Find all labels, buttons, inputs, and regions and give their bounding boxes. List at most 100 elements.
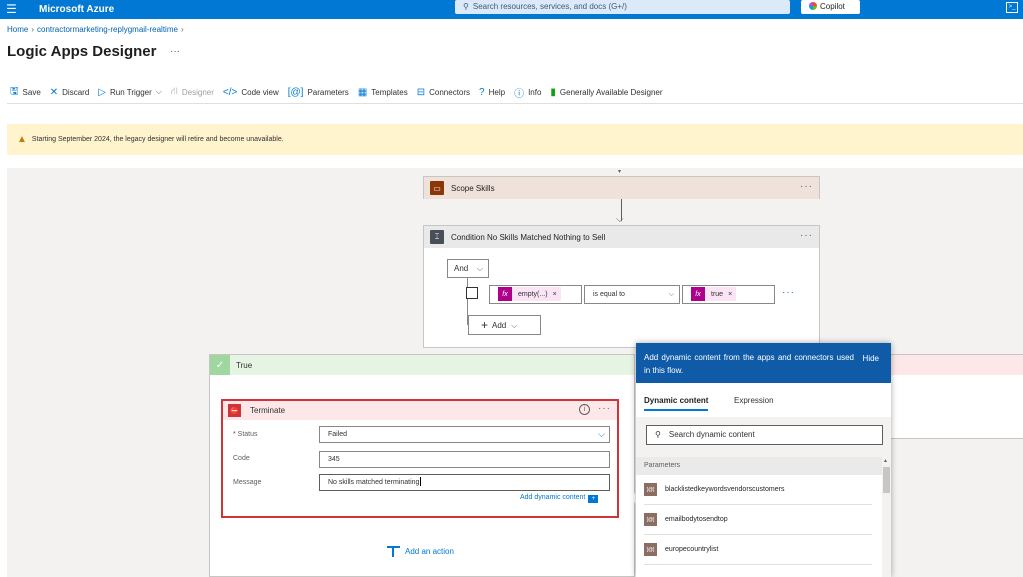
scrollbar-thumb[interactable] [883, 467, 890, 493]
code-icon: </> [222, 86, 238, 98]
dynamic-search-input[interactable]: ⚲ Search dynamic content [646, 425, 883, 445]
templates-button[interactable]: ▦ Templates [358, 87, 408, 98]
list-item[interactable]: [@] europecountrylist [644, 535, 872, 565]
parameter-icon: [@] [644, 543, 657, 556]
chevron-right-icon: › [180, 25, 184, 34]
more-options-icon[interactable]: ··· [598, 403, 611, 414]
info-button[interactable]: ⓘ Info [514, 85, 541, 100]
chevron-down-icon: ⌵ [668, 291, 674, 298]
remove-token-icon[interactable]: × [728, 286, 732, 303]
expression-token[interactable]: fx empty(...) × [498, 286, 561, 303]
parameters-section-header: Parameters [636, 457, 882, 475]
connectors-icon: ⊟ [416, 86, 426, 98]
true-branch-header[interactable]: ✓ True [210, 355, 634, 375]
run-trigger-button[interactable]: ▷ Run Trigger ⌵ [98, 87, 162, 98]
message-label: Message [233, 479, 262, 486]
condition-header[interactable]: ⌶ Condition No Skills Matched Nothing to… [424, 226, 819, 248]
designer-label: Designer [181, 87, 214, 97]
terminate-card[interactable]: ⛔ Terminate i ··· * Status Failed ⌵ Code… [221, 399, 619, 518]
help-icon: ? [479, 86, 485, 98]
connectors-button[interactable]: ⊟ Connectors [417, 87, 470, 98]
scope-skills-title: Scope Skills [451, 183, 495, 193]
dynamic-panel-tabs: Dynamic content Expression [636, 383, 891, 417]
search-placeholder: Search resources, services, and docs (G+… [472, 2, 627, 11]
parameter-icon: [@] [644, 483, 657, 496]
tab-dynamic-content[interactable]: Dynamic content [644, 396, 709, 411]
dynamic-panel-header: Add dynamic content from the apps and co… [636, 343, 891, 383]
breadcrumb-resource[interactable]: contractormarketing-replygmail-realtime [37, 25, 178, 34]
scope-skills-header[interactable]: ▭ Scope Skills ··· [424, 177, 819, 199]
add-action-icon [387, 546, 400, 557]
comparator-select[interactable]: is equal to ⌵ [584, 285, 680, 304]
list-item[interactable]: [@] emailbodytosendtop [644, 505, 872, 535]
discard-label: Discard [62, 87, 90, 97]
arrow-down-icon: ▾ [618, 169, 622, 175]
add-action-label: Add an action [405, 547, 454, 556]
dynamic-search-placeholder: Search dynamic content [668, 430, 755, 439]
designer-icon: ⛙ [170, 85, 178, 97]
chevron-right-icon: › [31, 25, 35, 34]
dynamic-content-list: [@] blacklistedkeywordsvendorscustomers [… [636, 475, 882, 577]
terminate-header[interactable]: ⛔ Terminate i ··· [223, 401, 617, 420]
list-item-label: blacklistedkeywordsvendorscustomers [665, 486, 785, 493]
hide-button[interactable]: Hide [863, 352, 879, 365]
info-label: Info [528, 87, 542, 97]
add-condition-button[interactable]: + Add ⌵ [468, 315, 541, 335]
dynamic-content-panel: Add dynamic content from the apps and co… [636, 343, 891, 577]
code-value: 345 [328, 456, 340, 463]
status-value: Failed [328, 431, 348, 438]
dynamic-list-scrollbar[interactable]: ▲ [882, 457, 891, 577]
page-more-icon[interactable]: ··· [170, 46, 180, 57]
right-token-label: true [711, 290, 724, 298]
discard-button[interactable]: ✕ Discard [50, 87, 90, 98]
breadcrumb: Home › contractormarketing-replygmail-real… [7, 25, 187, 34]
message-value: No skills matched terminating [328, 479, 420, 486]
code-input[interactable]: 345 [319, 451, 610, 468]
true-branch-label: True [236, 360, 253, 370]
parameters-button[interactable]: [@] Parameters [288, 87, 349, 98]
scope-skills-card[interactable]: ▭ Scope Skills ··· [423, 176, 820, 199]
list-item[interactable]: [@] blacklistedkeywordsvendorscustomers [644, 475, 872, 505]
condition-right-operand[interactable]: fx true × [682, 285, 775, 304]
global-search-input[interactable]: ⚲ Search resources, services, and docs (G… [455, 0, 790, 14]
parameters-icon: [@] [287, 86, 304, 98]
tab-expression[interactable]: Expression [734, 396, 774, 405]
code-view-label: Code view [241, 87, 279, 97]
copilot-button[interactable]: Copilot [801, 0, 860, 14]
search-icon: ⚲ [463, 2, 469, 11]
save-button[interactable]: 🖫 Save [10, 84, 41, 101]
condition-icon: ⌶ [430, 230, 444, 244]
add-dynamic-content-link[interactable]: Add dynamic content + [520, 494, 599, 503]
code-view-button[interactable]: </> Code view [223, 87, 279, 98]
condition-operator-select[interactable]: And ⌵ [447, 259, 489, 278]
fx-icon: fx [691, 287, 705, 302]
dynamic-panel-body: ⚲ Search dynamic content Parameters [@] bl… [636, 417, 891, 577]
info-icon[interactable]: i [579, 404, 590, 415]
info-icon: ⓘ [514, 88, 525, 100]
more-options-icon[interactable]: ··· [800, 230, 813, 241]
more-options-icon[interactable]: ··· [800, 181, 813, 192]
chevron-down-icon: ⌵ [511, 321, 518, 330]
message-input[interactable]: No skills matched terminating [319, 474, 610, 491]
row-more-icon[interactable]: ··· [782, 287, 795, 298]
expression-token[interactable]: fx true × [691, 286, 737, 303]
close-icon: ✕ [49, 86, 59, 98]
row-checkbox[interactable] [466, 287, 478, 299]
designer-button[interactable]: ⛙ Designer [171, 86, 214, 99]
ga-designer-button[interactable]: ▮ Generally Available Designer [550, 87, 662, 98]
remove-token-icon[interactable]: × [553, 286, 557, 303]
cloud-shell-icon[interactable]: >_ [1006, 2, 1018, 13]
help-button[interactable]: ? Help [479, 87, 505, 98]
azure-brand[interactable]: Microsoft Azure [39, 3, 114, 16]
code-label: Code [233, 455, 250, 462]
breadcrumb-home[interactable]: Home [7, 25, 28, 34]
warning-icon: ▲ [17, 134, 27, 145]
add-action-button[interactable]: Add an action [387, 546, 454, 557]
terminate-icon: ⛔ [228, 404, 241, 417]
scroll-up-icon[interactable]: ▲ [883, 458, 888, 464]
text-caret [420, 477, 422, 486]
hamburger-menu-icon[interactable]: ☰ [6, 2, 17, 16]
condition-left-operand[interactable]: fx empty(...) × [489, 285, 582, 304]
bookmark-icon: ▮ [550, 86, 556, 98]
status-select[interactable]: Failed ⌵ [319, 426, 610, 443]
